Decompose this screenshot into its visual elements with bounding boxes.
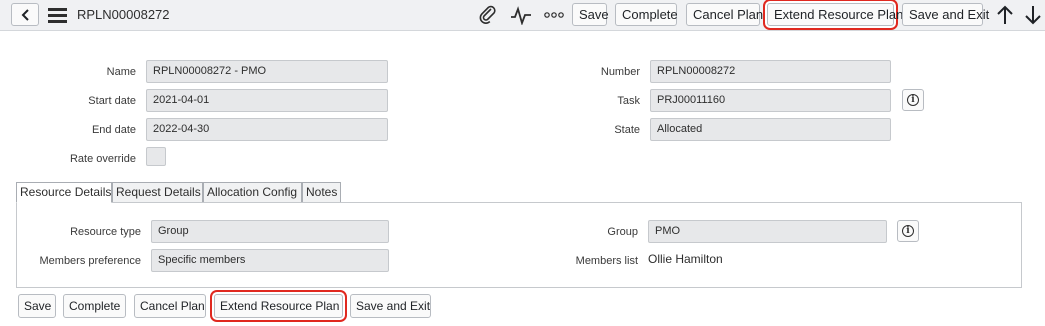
task-label: Task [617,95,640,107]
rate-override-label: Rate override [69,153,136,165]
number-field[interactable]: RPLN00008272 [650,60,891,83]
footer-save-button[interactable]: Save [18,294,56,318]
info-icon: i [907,94,919,106]
number-label: Number [600,66,640,78]
members-list-value: Ollie Hamilton [648,252,723,266]
arrow-up-icon[interactable] [996,5,1014,25]
back-button[interactable] [11,3,39,26]
activity-pulse-icon[interactable] [510,6,532,25]
footer-complete-button[interactable]: Complete [63,294,126,318]
task-field[interactable]: PRJ00011160 [650,89,891,112]
members-list-label: Members list [575,255,638,267]
tab-allocation-config[interactable]: Allocation Config [203,182,302,203]
resource-details-panel [16,202,1022,288]
save-and-exit-button[interactable]: Save and Exit [902,3,989,26]
paperclip-icon[interactable] [478,5,498,25]
group-label: Group [607,226,638,238]
state-label: State [614,124,640,136]
more-options-icon[interactable] [544,12,564,18]
resource-type-label: Resource type [70,226,141,238]
name-field[interactable]: RPLN00008272 - PMO [146,60,388,83]
form-header: RPLN00008272 Save Complete Cancel Plan E… [0,0,1045,31]
arrow-down-icon[interactable] [1024,5,1042,25]
members-preference-label: Members preference [39,255,142,267]
footer-cancel-plan-button[interactable]: Cancel Plan [134,294,206,318]
hamburger-menu-icon[interactable] [48,8,67,23]
state-field[interactable]: Allocated [650,118,891,141]
save-button[interactable]: Save [572,3,609,26]
start-date-field[interactable]: 2021-04-01 [146,89,388,112]
start-date-label: Start date [88,95,136,107]
group-info-button[interactable]: i [897,220,919,242]
end-date-field[interactable]: 2022-04-30 [146,118,388,141]
rate-override-checkbox[interactable] [146,147,166,166]
tab-notes[interactable]: Notes [302,182,341,203]
name-label: Name [106,66,136,78]
info-icon: i [902,225,914,237]
tab-request-details[interactable]: Request Details [112,182,203,203]
task-info-button[interactable]: i [902,89,924,111]
resource-type-field[interactable]: Group [151,220,389,243]
members-preference-field[interactable]: Specific members [151,249,389,272]
record-title: RPLN00008272 [77,7,170,22]
group-field[interactable]: PMO [648,220,887,243]
footer-save-and-exit-button[interactable]: Save and Exit [350,294,431,318]
chevron-left-icon [21,9,29,21]
extend-resource-plan-button[interactable]: Extend Resource Plan [767,3,903,26]
end-date-label: End date [91,124,136,136]
complete-button[interactable]: Complete [615,3,678,26]
cancel-plan-button[interactable]: Cancel Plan [686,3,763,26]
footer-extend-resource-plan-button[interactable]: Extend Resource Plan [214,294,343,318]
tab-resource-details[interactable]: Resource Details [16,182,112,203]
